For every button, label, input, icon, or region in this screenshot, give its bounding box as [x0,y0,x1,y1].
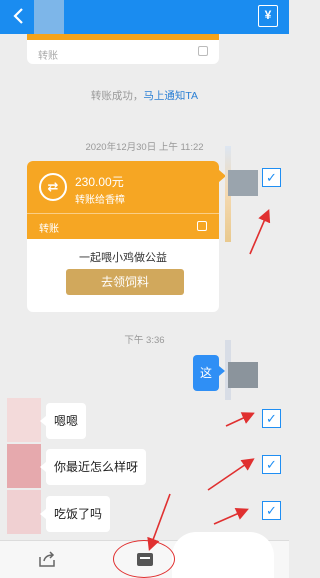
alipay-logo-icon [198,46,208,56]
annotation-circle [113,540,175,578]
alipay-logo-icon [197,221,207,231]
back-arrow-icon[interactable] [10,6,28,26]
timestamp: 下午 3:36 [124,335,165,346]
annotation-arrow [249,209,271,255]
annotation-arrow [207,458,255,491]
contact-avatar[interactable] [34,0,64,34]
message-bubble-self[interactable]: 这 [193,355,219,391]
transfer-label: 转账 [39,224,59,235]
avatar[interactable] [7,444,41,488]
bottom-panel [172,532,274,578]
transfer-divider [27,213,219,214]
previous-transfer-label: 转账 [38,51,58,62]
promo-button[interactable]: 去领饲料 [66,269,184,295]
transfer-icon: ⇄ [39,173,67,201]
message-bubble-other[interactable]: 吃饭了吗 [46,496,111,532]
select-checkbox[interactable]: ✓ [262,501,281,520]
promo-text: 一起喂小鸡做公益 [79,252,167,264]
transfer-success-notice: 转账成功，马上通知TA [0,88,289,103]
transfer-card[interactable]: ⇄ 230.00元 转账给香樟 转账 一起喂小鸡做公益 去领饲料 [27,161,219,312]
annotation-arrow [213,507,249,525]
annotation-arrow [225,412,255,427]
select-checkbox[interactable]: ✓ [262,409,281,428]
avatar[interactable] [228,170,258,196]
message-bubble-other[interactable]: 嗯嗯 [46,403,87,439]
timestamp: 2020年12月30日 上午 11:22 [85,142,204,153]
transfer-amount: 230.00元 [75,175,124,189]
share-icon[interactable] [38,551,56,567]
select-checkbox[interactable]: ✓ [262,168,281,187]
pay-icon[interactable]: ¥ [258,5,278,27]
previous-transfer-bar [27,34,219,40]
avatar[interactable] [7,490,41,534]
bubble-tail [40,509,46,519]
bubble-tail [40,416,46,426]
message-bubble-other[interactable]: 你最近怎么样呀 [46,449,147,485]
transfer-recipient: 转账给香樟 [75,195,125,206]
bubble-tail [40,462,46,472]
notice-text: 转账成功， [90,90,144,102]
avatar[interactable] [228,362,258,388]
avatar[interactable] [7,398,41,442]
notify-link[interactable]: 马上通知TA [143,90,198,102]
select-checkbox[interactable]: ✓ [262,455,281,474]
